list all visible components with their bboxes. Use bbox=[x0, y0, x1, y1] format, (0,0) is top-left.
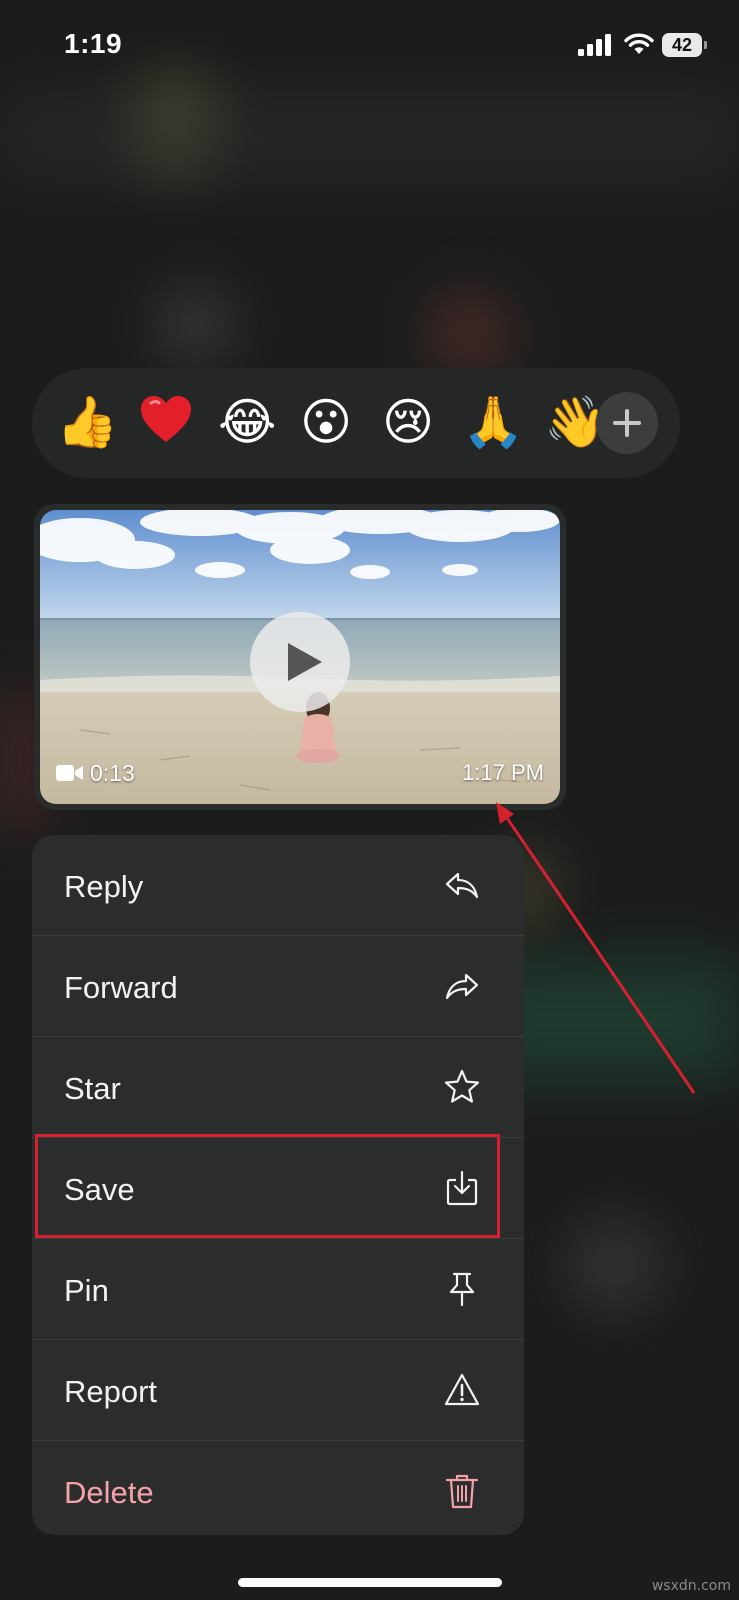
menu-item-pin[interactable]: Pin bbox=[32, 1239, 524, 1340]
home-indicator[interactable] bbox=[238, 1578, 502, 1587]
heart-reaction[interactable] bbox=[138, 392, 194, 448]
status-bar: 1:19 42 bbox=[0, 0, 739, 90]
plus-icon[interactable] bbox=[596, 392, 658, 454]
wifi-icon bbox=[624, 33, 654, 54]
menu-item-label: Delete bbox=[64, 1475, 154, 1510]
video-camera-icon bbox=[56, 765, 83, 781]
menu-item-label: Star bbox=[64, 1071, 121, 1106]
tears-of-joy-reaction[interactable]: 😂 bbox=[218, 392, 276, 452]
folded-hands-reaction[interactable]: 🙏 bbox=[462, 392, 524, 452]
thumbs-up-reaction[interactable]: 👍 bbox=[56, 392, 118, 452]
menu-item-label: Report bbox=[64, 1374, 158, 1409]
menu-item-label: Forward bbox=[64, 970, 178, 1005]
crying-reaction[interactable]: 😢 bbox=[382, 392, 434, 452]
video-message-bubble[interactable]: 0:13 1:17 PM bbox=[34, 504, 566, 810]
reply-icon bbox=[445, 872, 479, 899]
battery-icon: 42 bbox=[662, 33, 708, 57]
save-highlight-box bbox=[35, 1134, 500, 1238]
status-time: 1:19 bbox=[64, 28, 123, 59]
message-timestamp: 1:17 PM bbox=[462, 760, 544, 785]
reaction-bar: 👍 😂 😮 😢 🙏 👋 bbox=[32, 368, 680, 478]
pin-icon bbox=[449, 1272, 475, 1307]
signal-icon bbox=[578, 34, 611, 56]
video-duration: 0:13 bbox=[56, 760, 135, 786]
report-icon bbox=[444, 1373, 480, 1406]
menu-item-label: Reply bbox=[64, 869, 144, 904]
video-thumbnail[interactable]: 0:13 1:17 PM bbox=[40, 510, 560, 804]
star-icon bbox=[444, 1069, 480, 1103]
surprised-reaction[interactable]: 😮 bbox=[300, 392, 352, 452]
watermark: wsxdn.com bbox=[651, 1578, 731, 1594]
duration-text: 0:13 bbox=[90, 759, 135, 786]
forward-icon bbox=[445, 973, 479, 1000]
menu-item-reply[interactable]: Reply bbox=[32, 835, 524, 936]
battery-level: 42 bbox=[662, 33, 702, 57]
menu-item-report[interactable]: Report bbox=[32, 1340, 524, 1441]
trash-icon bbox=[445, 1474, 479, 1509]
play-icon[interactable] bbox=[250, 612, 350, 712]
menu-item-delete[interactable]: Delete bbox=[32, 1441, 524, 1535]
heart-icon bbox=[141, 396, 191, 442]
menu-item-forward[interactable]: Forward bbox=[32, 936, 524, 1037]
menu-item-label: Pin bbox=[64, 1273, 109, 1308]
menu-item-star[interactable]: Star bbox=[32, 1037, 524, 1138]
